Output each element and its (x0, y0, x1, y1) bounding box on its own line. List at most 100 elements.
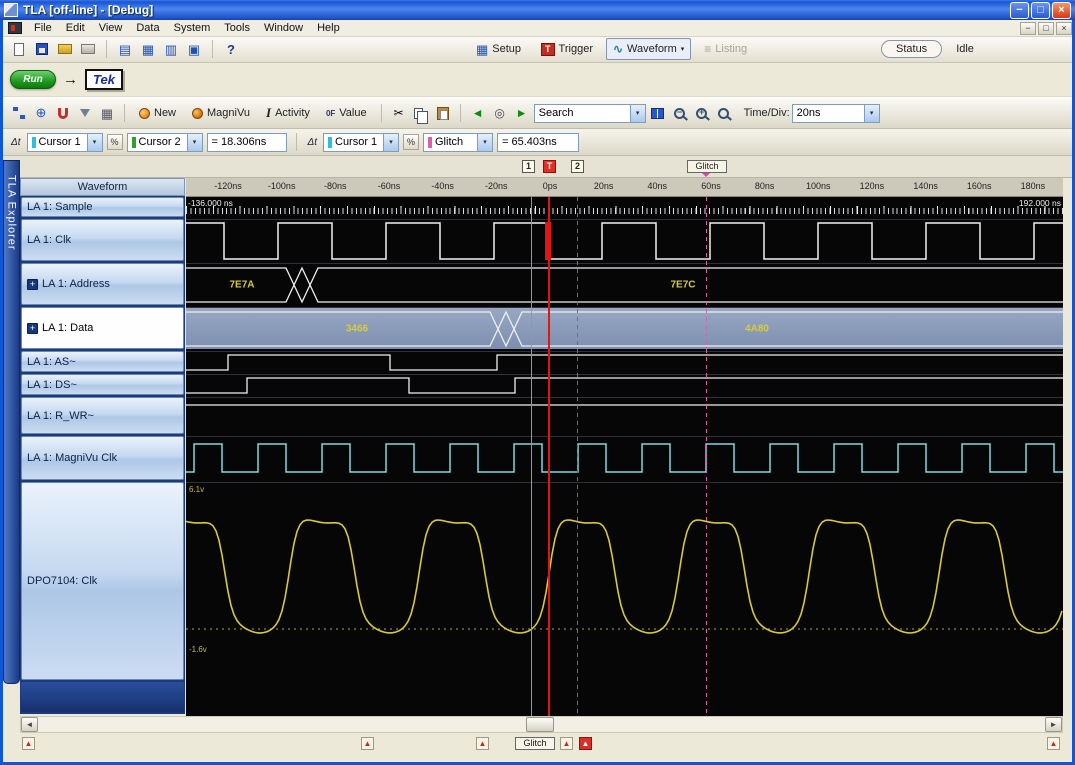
cut-icon[interactable]: ✂ (389, 104, 409, 122)
expand-bus-icon[interactable]: + (27, 278, 38, 290)
menu-item-help[interactable]: Help (310, 21, 347, 35)
find-icon[interactable]: ◎ (490, 104, 510, 122)
open-file-icon[interactable] (55, 40, 75, 58)
tla-explorer-tab[interactable]: TLA Explorer (3, 160, 20, 684)
chevron-down-icon[interactable]: ▾ (383, 133, 398, 151)
glitch-marker-label[interactable]: Glitch (687, 160, 727, 173)
chevron-down-icon[interactable]: ▾ (86, 133, 102, 151)
bookmark-marker[interactable]: ▲ (560, 737, 573, 750)
maximize-button[interactable]: □ (1031, 1, 1050, 19)
cursor2-marker[interactable]: 2 (571, 160, 584, 173)
menu-item-tools[interactable]: Tools (217, 21, 257, 35)
waveform-canvas[interactable]: -120ns -100ns -80ns -60ns -40ns -20ns 0ps 20ns 4… (186, 178, 1063, 716)
new-file-icon[interactable] (9, 40, 29, 58)
menu-item-window[interactable]: Window (257, 21, 310, 35)
row-label-address[interactable]: + LA 1: Address (21, 263, 184, 305)
bookmark-marker[interactable]: ▲ (22, 737, 35, 750)
magnet-icon[interactable] (53, 104, 73, 122)
add-waveform-icon[interactable]: ⊕ (31, 104, 51, 122)
chevron-down-icon[interactable]: ▾ (629, 104, 645, 122)
search-combobox[interactable]: Search ▾ (533, 103, 646, 123)
dpo-waveform-row[interactable]: 6.1v -1.6v (186, 482, 1063, 680)
ds-waveform-row[interactable] (186, 374, 1063, 395)
menu-item-system[interactable]: System (167, 21, 218, 35)
clk-waveform-row[interactable] (186, 219, 1063, 261)
scroll-right-button[interactable]: ► (1045, 717, 1062, 732)
glitch-select[interactable]: Glitch ▾ (423, 132, 493, 152)
trigger-marker[interactable]: T (543, 160, 556, 173)
row-label-dpo[interactable]: DPO7104: Clk (21, 482, 184, 680)
notes-icon[interactable] (648, 104, 668, 122)
next-match-button[interactable]: ► (512, 104, 532, 122)
mdi-minimize-button[interactable]: − (1020, 21, 1036, 35)
filter-icon[interactable] (75, 104, 95, 122)
rwr-waveform-row[interactable] (186, 397, 1063, 434)
row-label-rwr[interactable]: LA 1: R_WR~ (21, 397, 184, 434)
activity-button[interactable]: I Activity (259, 101, 317, 125)
zoom-fit-button[interactable] (714, 104, 734, 122)
prev-match-button[interactable]: ◄ (468, 104, 488, 122)
new-data-button[interactable]: New (132, 103, 183, 123)
mdi-restore-button[interactable]: □ (1038, 21, 1054, 35)
menu-item-edit[interactable]: Edit (59, 21, 92, 35)
trigger-button[interactable]: T Trigger (534, 39, 600, 60)
save-icon[interactable] (32, 40, 52, 58)
row-label-magnivu[interactable]: LA 1: MagniVu Clk (21, 436, 184, 480)
bookmark-marker[interactable]: ▲ (476, 737, 489, 750)
window-layout-icon-2[interactable]: ▦ (138, 40, 158, 58)
cursor1-marker[interactable]: 1 (522, 160, 535, 173)
row-label-as[interactable]: LA 1: AS~ (21, 351, 184, 372)
status-button[interactable]: Status (881, 40, 943, 58)
row-label-sample[interactable]: LA 1: Sample (21, 197, 184, 217)
scroll-left-button[interactable]: ◄ (21, 717, 38, 732)
listing-button[interactable]: ≡ Listing (697, 38, 754, 60)
mdi-close-button[interactable]: × (1056, 21, 1072, 35)
run-button[interactable]: Run (10, 70, 56, 89)
row-label-clk[interactable]: LA 1: Clk (21, 219, 184, 261)
waveform-column-header[interactable]: Waveform (20, 178, 185, 196)
cursor-select-1a[interactable]: Cursor 1 ▾ (26, 132, 103, 152)
drag-drop-icon[interactable] (9, 104, 29, 122)
percent-button-2[interactable]: % (403, 134, 419, 150)
zoom-in-button[interactable] (692, 104, 712, 122)
help-icon[interactable]: ? (221, 40, 241, 58)
horizontal-scrollbar[interactable]: ◄ ► (20, 716, 1063, 733)
cursor-select-2a[interactable]: Cursor 1 ▾ (323, 132, 399, 152)
as-waveform-row[interactable] (186, 351, 1063, 372)
paste-icon[interactable] (433, 104, 453, 122)
bookmark-marker[interactable]: ▲ (361, 737, 374, 750)
menu-item-file[interactable]: File (27, 21, 59, 35)
expand-bus-icon[interactable]: + (27, 322, 38, 334)
delta-time-icon[interactable]: Δt (306, 137, 320, 148)
bookmark-marker[interactable]: ▲ (1047, 737, 1060, 750)
chevron-down-icon[interactable]: ▾ (477, 133, 492, 151)
window-layout-icon-1[interactable]: ▤ (115, 40, 135, 58)
menu-item-data[interactable]: Data (129, 21, 166, 35)
minimize-button[interactable]: − (1010, 1, 1029, 19)
close-button[interactable]: × (1052, 1, 1071, 19)
waveform-button[interactable]: ∿ Wa​veform ▾ (605, 38, 692, 60)
delta-time-icon[interactable]: Δt (9, 137, 23, 148)
chevron-down-icon[interactable]: ▾ (186, 133, 202, 151)
sample-waveform-row[interactable]: -136.000 ns 192.000 ns (186, 197, 1063, 217)
zoom-out-button[interactable] (670, 104, 690, 122)
copy-icon[interactable] (411, 104, 431, 124)
cursor1-line[interactable] (531, 197, 532, 716)
print-icon[interactable] (78, 40, 98, 58)
glitch-bottom-label[interactable]: Glitch (515, 737, 555, 750)
value-button[interactable]: 0F Value (319, 103, 374, 123)
address-waveform-row[interactable]: 7E7A 7E7C (186, 263, 1063, 305)
window-layout-icon-3[interactable]: ▥ (161, 40, 181, 58)
trigger-line[interactable] (548, 197, 550, 716)
chevron-down-icon[interactable]: ▾ (863, 104, 879, 122)
window-layout-icon-4[interactable]: ▣ (184, 40, 204, 58)
menu-item-view[interactable]: View (92, 21, 130, 35)
properties-icon[interactable]: ▦ (97, 104, 117, 122)
magnivu-button[interactable]: MagniVu (185, 103, 257, 123)
cursor-select-1b[interactable]: Cursor 2 ▾ (126, 132, 203, 152)
row-label-ds[interactable]: LA 1: DS~ (21, 374, 184, 395)
timediv-combobox[interactable]: 20ns ▾ (791, 103, 880, 123)
percent-button-1[interactable]: % (106, 134, 123, 150)
trigger-bottom-marker[interactable]: ▲ (579, 737, 592, 750)
cursor2-line[interactable] (577, 197, 578, 716)
